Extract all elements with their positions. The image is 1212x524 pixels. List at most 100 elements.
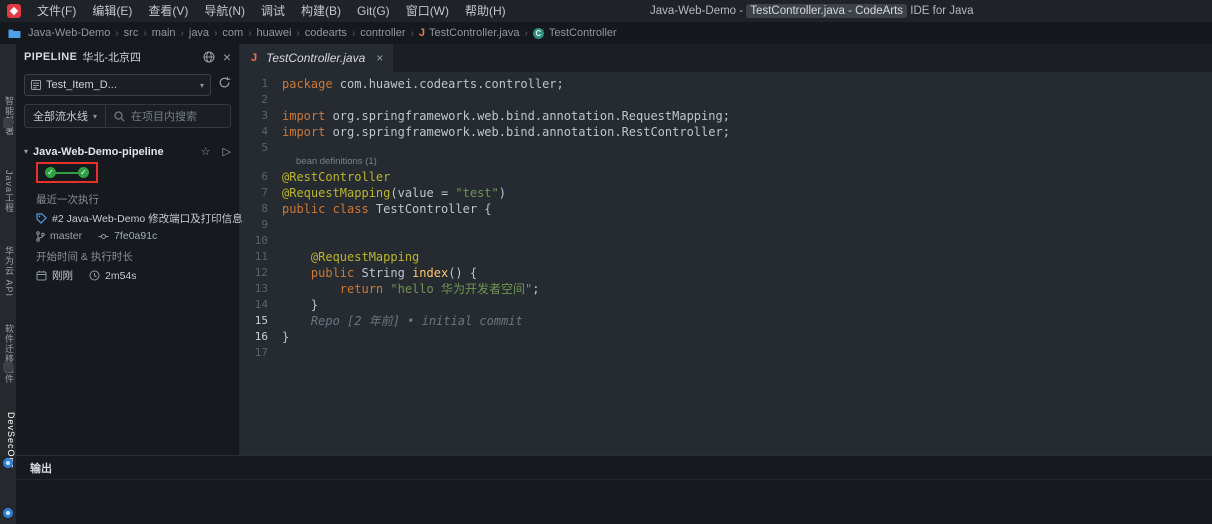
plugin-icon[interactable] xyxy=(3,362,13,372)
breadcrumb-file[interactable]: TestController.java xyxy=(428,27,521,39)
code-line[interactable]: 6 @RestController xyxy=(240,169,1212,185)
breadcrumb-separator: › xyxy=(248,27,252,39)
tab-bar: J TestController.java × xyxy=(240,44,1212,72)
code-text: import org.springframework.web.bind.anno… xyxy=(282,124,730,140)
menu-item[interactable]: 编辑(E) xyxy=(84,0,140,22)
line-number[interactable]: 2 xyxy=(240,92,282,108)
stage-success-icon[interactable]: ✓ xyxy=(78,167,89,178)
breadcrumb-item[interactable]: Java-Web-Demo xyxy=(27,27,111,39)
code-line[interactable]: 8 public class TestController { xyxy=(240,201,1212,217)
activity-item[interactable]: 华为云 API xyxy=(0,246,16,297)
code-line[interactable]: 4 import org.springframework.web.bind.ann… xyxy=(240,124,1212,140)
run-title-row[interactable]: #2 Java-Web-Demo 修改端口及打印信息 xyxy=(16,209,243,228)
token: package xyxy=(282,77,340,91)
breadcrumb-separator: › xyxy=(214,27,218,39)
code-line[interactable]: 5 xyxy=(240,140,1212,156)
line-number[interactable]: 7 xyxy=(240,185,282,201)
close-panel-icon[interactable]: × xyxy=(223,49,231,65)
code-line[interactable]: 14 } xyxy=(240,297,1212,313)
activity-item[interactable]: 软件迁移插件 xyxy=(0,324,16,384)
git-branch-icon xyxy=(36,230,45,242)
region-globe-icon[interactable] xyxy=(203,51,215,63)
breadcrumb-item[interactable]: com xyxy=(221,27,244,39)
line-number[interactable]: 11 xyxy=(240,249,282,265)
token: } xyxy=(282,298,319,312)
tab-testcontroller[interactable]: J TestController.java × xyxy=(240,44,394,72)
code-line[interactable]: 10 xyxy=(240,233,1212,249)
line-number[interactable]: 6 xyxy=(240,169,282,185)
token: String xyxy=(361,266,413,280)
code-line[interactable]: 1 package com.huawei.codearts.controller; xyxy=(240,76,1212,92)
breadcrumb-item[interactable]: src xyxy=(123,27,140,39)
line-number[interactable]: 8 xyxy=(240,201,282,217)
breadcrumb-item[interactable]: main xyxy=(151,27,177,39)
pipeline-sidebar: PIPELINE 华北-北京四 × Test_Item_D... ▾ 全部流水线… xyxy=(16,44,243,455)
menu-item[interactable]: 构建(B) xyxy=(293,0,349,22)
time-label: 开始时间 & 执行时长 xyxy=(36,251,133,263)
menu-item[interactable]: Git(G) xyxy=(349,0,398,22)
tab-close-icon[interactable]: × xyxy=(376,51,383,65)
remote-status-icon[interactable] xyxy=(3,508,13,518)
breadcrumb-symbol[interactable]: TestController xyxy=(548,27,618,39)
line-number[interactable]: 17 xyxy=(240,345,282,361)
commit-hash[interactable]: 7fe0a91c xyxy=(114,230,157,242)
project-select[interactable]: Test_Item_D... ▾ xyxy=(24,74,211,96)
sidebar-title: PIPELINE xyxy=(24,51,78,63)
pipeline-filter-dropdown[interactable]: 全部流水线 ▾ xyxy=(25,108,105,124)
window-title-highlight: TestController.java - CodeArts xyxy=(746,4,908,18)
line-number[interactable]: 14 xyxy=(240,297,282,313)
token: import xyxy=(282,109,333,123)
code-text: return "hello 华为开发者空间"; xyxy=(282,281,540,297)
refresh-icon[interactable] xyxy=(218,76,231,94)
token: com.huawei.codearts.controller; xyxy=(339,77,564,91)
run-pipeline-icon[interactable]: ▷ xyxy=(223,145,231,158)
code-line[interactable]: 11 @RequestMapping xyxy=(240,249,1212,265)
code-text: public String index() { xyxy=(282,265,477,281)
menu-item[interactable]: 查看(V) xyxy=(140,0,196,22)
menu-item[interactable]: 导航(N) xyxy=(196,0,253,22)
code-line[interactable]: 2 xyxy=(240,92,1212,108)
search-placeholder: 在项目内搜索 xyxy=(131,111,198,123)
line-number[interactable]: 16 xyxy=(240,329,282,345)
code-line[interactable]: 15 Repo [2 年前] • initial commit xyxy=(240,313,1212,329)
code-line[interactable]: 3 import org.springframework.web.bind.ann… xyxy=(240,108,1212,124)
code-line[interactable]: 12 public String index() { xyxy=(240,265,1212,281)
code-line[interactable]: 17 xyxy=(240,345,1212,361)
stage-success-icon[interactable]: ✓ xyxy=(45,167,56,178)
stage-connector xyxy=(56,171,78,174)
code-line[interactable]: 13 return "hello 华为开发者空间"; xyxy=(240,281,1212,297)
search-input[interactable]: 在项目内搜索 xyxy=(106,108,230,124)
assistant-icon[interactable] xyxy=(3,458,13,468)
line-number[interactable]: 3 xyxy=(240,108,282,124)
code-line[interactable]: 16} xyxy=(240,329,1212,345)
line-number[interactable]: 10 xyxy=(240,233,282,249)
run-tag-icon xyxy=(36,213,47,224)
breadcrumb-item[interactable]: java xyxy=(188,27,210,39)
menu-item[interactable]: 窗口(W) xyxy=(398,0,457,22)
activity-item[interactable]: Java工程 xyxy=(0,170,16,213)
run-title: #2 Java-Web-Demo 修改端口及打印信息 xyxy=(52,213,243,225)
line-number[interactable]: 13 xyxy=(240,281,282,297)
line-number[interactable]: 1 xyxy=(240,76,282,92)
tool-window-icon[interactable] xyxy=(3,118,13,128)
code-line[interactable]: 7 @RequestMapping(value = "test") xyxy=(240,185,1212,201)
code-line[interactable]: 9 xyxy=(240,217,1212,233)
line-number[interactable]: 12 xyxy=(240,265,282,281)
menu-item[interactable]: 调试 xyxy=(253,0,293,22)
line-number[interactable]: 9 xyxy=(240,217,282,233)
tree-expand-icon[interactable]: ▾ xyxy=(24,147,28,156)
menu-item[interactable]: 文件(F) xyxy=(29,0,84,22)
codelens-label[interactable]: bean definitions (1) xyxy=(240,156,1212,169)
line-number[interactable]: 15 xyxy=(240,313,282,329)
breadcrumb-item[interactable]: codearts xyxy=(304,27,348,39)
line-number[interactable]: 5 xyxy=(240,140,282,156)
pipeline-tree-item[interactable]: ▾ Java-Web-Demo-pipeline ☆ ▷ xyxy=(16,140,239,161)
breadcrumb-item[interactable]: controller xyxy=(359,27,406,39)
favorite-star-icon[interactable]: ☆ xyxy=(201,145,211,158)
code-text: public class TestController { xyxy=(282,201,492,217)
output-tab[interactable]: 输出 xyxy=(30,460,52,476)
line-number[interactable]: 4 xyxy=(240,124,282,140)
activity-item[interactable]: 智能部署 xyxy=(0,96,16,136)
breadcrumb-item[interactable]: huawei xyxy=(256,27,293,39)
menu-item[interactable]: 帮助(H) xyxy=(457,0,514,22)
